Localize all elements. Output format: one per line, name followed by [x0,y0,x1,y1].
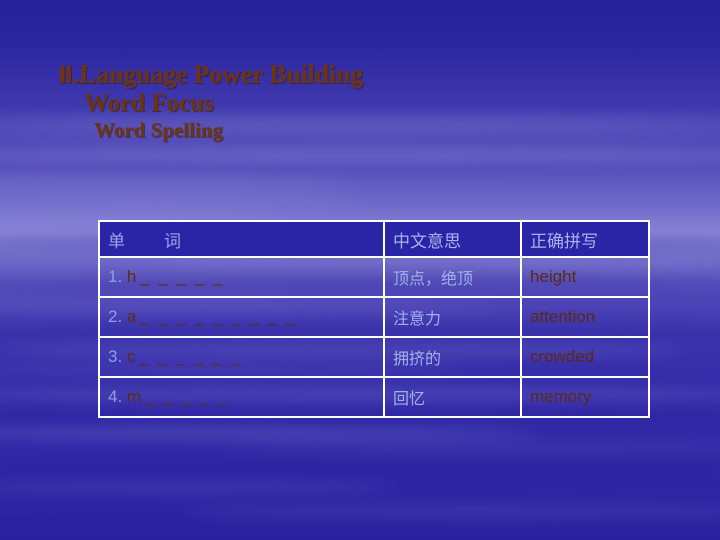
row-spelling-cell: attention [520,296,650,338]
slide-title-block: Ⅱ.Language Power Building Word Focus Wor… [58,60,678,143]
row-blanks: _ _ _ _ _ _ [139,347,242,366]
row-blanks: _ _ _ _ _ [140,267,225,286]
header-cell-meaning: 中文意思 [383,220,522,258]
row-number: 3. [108,347,123,366]
row-spelling-cell: memory [520,376,650,418]
table-row: 1. h _ _ _ _ _ 顶点，绝顶 height [98,256,650,298]
row-blanks: _ _ _ _ _ _ _ _ _ [140,307,298,326]
row-word-cell: 1. h _ _ _ _ _ [98,256,385,298]
row-first-letter: m [126,387,142,406]
table-row: 3. c _ _ _ _ _ _ 拥挤的 crowded [98,336,650,378]
row-word-cell: 3. c _ _ _ _ _ _ [98,336,385,378]
header-cell-spelling: 正确拼写 [520,220,650,258]
table-row: 2. a _ _ _ _ _ _ _ _ _ 注意力 attention [98,296,650,338]
row-meaning-cell: 拥挤的 [383,336,522,378]
header-word-char1: 单 [108,231,126,252]
slide-canvas: Ⅱ.Language Power Building Word Focus Wor… [0,0,720,540]
row-meaning-cell: 顶点，绝顶 [383,256,522,298]
title-main-text: .Language Power Building [72,60,364,89]
row-first-letter: h [126,267,137,286]
vocabulary-table: 单词 中文意思 正确拼写 1. h _ _ _ _ _ 顶点，绝顶 height … [98,220,650,418]
row-number: 4. [108,387,123,406]
row-first-letter: c [126,347,136,366]
row-word-cell: 2. a _ _ _ _ _ _ _ _ _ [98,296,385,338]
table-header-row: 单词 中文意思 正确拼写 [98,220,650,258]
row-number: 2. [108,307,123,326]
row-spelling-cell: crowded [520,336,650,378]
row-number: 1. [108,267,123,286]
title-line-word-spelling: Word Spelling [94,118,223,143]
table-row: 4. m _ _ _ _ _ 回忆 memory [98,376,650,418]
row-first-letter: a [126,307,137,326]
row-meaning-cell: 回忆 [383,376,522,418]
title-line-word-focus: Word Focus [84,89,214,117]
title-line-main: Ⅱ.Language Power Building [58,60,678,89]
row-meaning-cell: 注意力 [383,296,522,338]
row-blanks: _ _ _ _ _ [145,387,230,406]
row-spelling-cell: height [520,256,650,298]
header-word-char2: 词 [164,231,182,252]
header-cell-word: 单词 [98,220,385,258]
roman-numeral-two: Ⅱ [58,63,73,89]
row-word-cell: 4. m _ _ _ _ _ [98,376,385,418]
